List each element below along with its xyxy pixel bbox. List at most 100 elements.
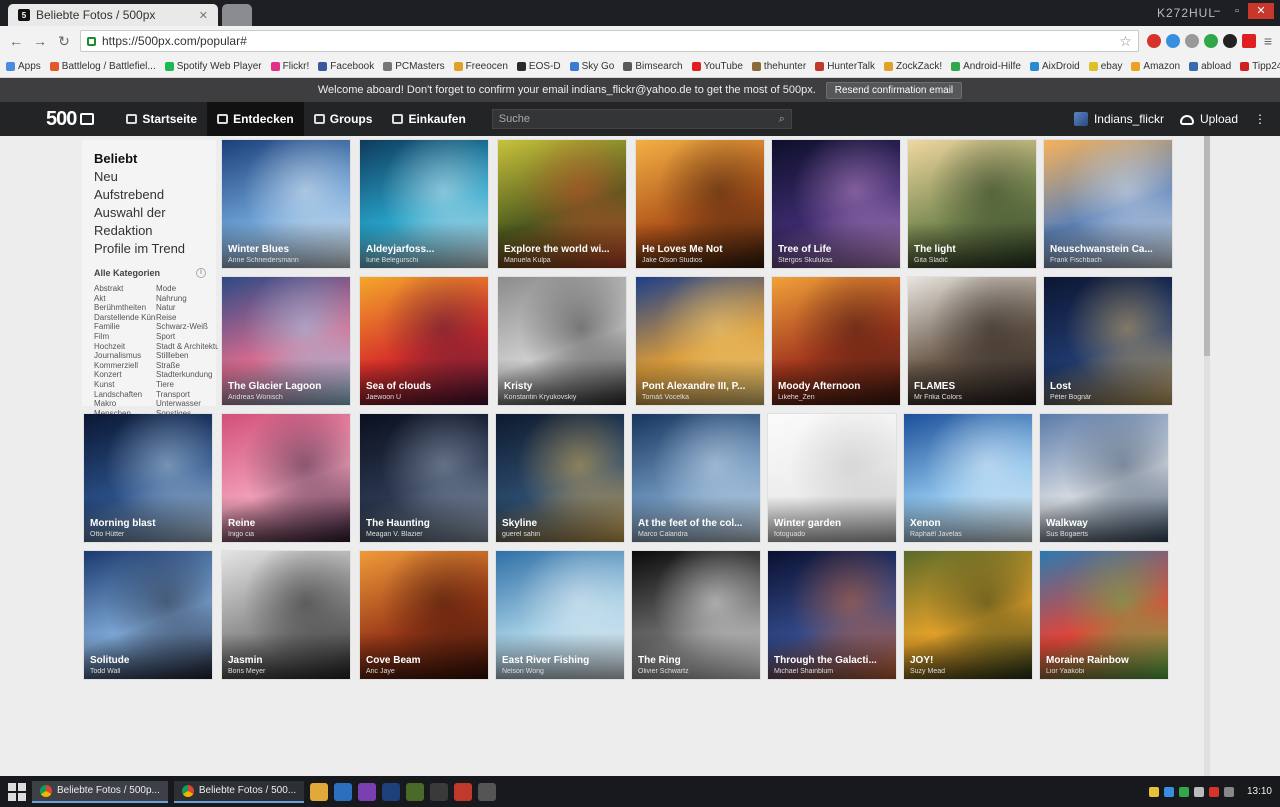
taskbar-chrome-window-1[interactable]: Beliebte Fotos / 500p... <box>32 780 168 803</box>
close-tab-icon[interactable]: ✕ <box>199 9 208 22</box>
bookmark-item[interactable]: Battlelog / Battlefiel... <box>49 61 156 72</box>
photo-card[interactable]: The Haunting Meagan V. Blazier <box>360 414 488 542</box>
category-link[interactable]: Film <box>94 332 156 342</box>
photo-card[interactable]: Moraine Rainbow Lior Yaakobi <box>1040 551 1168 679</box>
photo-title[interactable]: The Haunting <box>366 518 482 529</box>
maximize-icon[interactable]: ▫ <box>1228 3 1246 19</box>
photo-title[interactable]: Pont Alexandre III, P... <box>642 381 758 392</box>
reload-icon[interactable]: ↻ <box>56 33 72 50</box>
nav-einkaufen[interactable]: Einkaufen <box>382 102 475 136</box>
photo-author[interactable]: Todd Wall <box>90 668 206 675</box>
bookmark-star-icon[interactable]: ☆ <box>1119 33 1132 50</box>
category-link[interactable]: Hochzeit <box>94 342 156 352</box>
category-link[interactable]: Reise <box>156 313 218 323</box>
tray-red-icon[interactable] <box>1208 786 1219 797</box>
bookmark-item[interactable]: Spotify Web Player <box>164 61 262 72</box>
photo-author[interactable]: Jaewoon U <box>366 394 482 401</box>
photo-title[interactable]: Moody Afternoon <box>778 381 894 392</box>
photo-card[interactable]: The Ring Olivier Schwartz <box>632 551 760 679</box>
photo-title[interactable]: He Loves Me Not <box>642 244 758 255</box>
category-link[interactable]: Sport <box>156 332 218 342</box>
nav-startseite[interactable]: Startseite <box>116 102 207 136</box>
app-blue-icon[interactable] <box>334 782 353 801</box>
category-link[interactable]: Unterwasser <box>156 399 218 409</box>
category-link[interactable]: Berühmtheiten <box>94 303 156 313</box>
category-link[interactable]: Darstellende Künste <box>94 313 156 323</box>
photo-author[interactable]: Raphaël Javelas <box>910 531 1026 538</box>
photo-author[interactable]: Nelson Wong <box>502 668 618 675</box>
photo-author[interactable]: Aric Jaye <box>366 668 482 675</box>
address-bar[interactable]: https://500px.com/popular# ☆ <box>80 30 1139 52</box>
photo-card[interactable]: JOY! Suzy Mead <box>904 551 1032 679</box>
photo-title[interactable]: Explore the world wi... <box>504 244 620 255</box>
photo-author[interactable]: Likehe_Zen <box>778 394 894 401</box>
photo-card[interactable]: Winter garden fotoguado <box>768 414 896 542</box>
bookmark-item[interactable]: PCMasters <box>383 61 445 72</box>
scrollbar-thumb[interactable] <box>1204 136 1210 356</box>
category-link[interactable]: Journalismus <box>94 351 156 361</box>
photo-title[interactable]: Aldeyjarfoss... <box>366 244 482 255</box>
photo-author[interactable]: Manuela Kulpa <box>504 257 620 264</box>
tray-volume-icon[interactable] <box>1223 786 1234 797</box>
extension-youtube-icon[interactable] <box>1241 34 1256 48</box>
photo-card[interactable]: At the feet of the col... Marco Calandra <box>632 414 760 542</box>
photo-card[interactable]: Xenon Raphaël Javelas <box>904 414 1032 542</box>
photo-author[interactable]: Inigo cia <box>228 531 344 538</box>
500px-logo[interactable]: 500 <box>46 108 95 131</box>
nav-groups[interactable]: Groups <box>304 102 383 136</box>
windows-start-icon[interactable] <box>8 782 26 801</box>
photo-author[interactable]: guerel sahin <box>502 531 618 538</box>
feed-link[interactable]: Beliebt <box>94 150 206 168</box>
photo-author[interactable]: fotoguado <box>774 531 890 538</box>
photo-title[interactable]: Morning blast <box>90 518 206 529</box>
taskbar-clock[interactable]: 13:10 <box>1247 786 1272 797</box>
more-menu-icon[interactable]: ⋮ <box>1254 112 1266 126</box>
photo-title[interactable]: At the feet of the col... <box>638 518 754 529</box>
photo-title[interactable]: JOY! <box>910 655 1026 666</box>
photo-card[interactable]: Jasmin Boris Meyer <box>222 551 350 679</box>
photo-title[interactable]: The light <box>914 244 1030 255</box>
photo-card[interactable]: Pont Alexandre III, P... Tomáš Vocelka <box>636 277 764 405</box>
photo-author[interactable]: Gita Sladič <box>914 257 1030 264</box>
category-link[interactable]: Transport <box>156 390 218 400</box>
photo-title[interactable]: Skyline <box>502 518 618 529</box>
bookmark-item[interactable]: Tipp24.com <box>1240 61 1280 72</box>
photo-title[interactable]: Winter Blues <box>228 244 344 255</box>
category-link[interactable]: Kommerziell <box>94 361 156 371</box>
category-link[interactable]: Mode <box>156 284 218 294</box>
photo-author[interactable]: Meagan V. Blazier <box>366 531 482 538</box>
minimize-icon[interactable]: – <box>1208 3 1226 19</box>
bookmark-item[interactable]: Android-Hilfe <box>951 61 1021 72</box>
new-tab-button[interactable] <box>222 4 252 26</box>
photo-card[interactable]: Lost Péter Bognár <box>1044 277 1172 405</box>
taskbar-chrome-window-2[interactable]: Beliebte Fotos / 500... <box>173 780 305 803</box>
photo-card[interactable]: Moody Afternoon Likehe_Zen <box>772 277 900 405</box>
bookmark-item[interactable]: Sky Go <box>569 61 614 72</box>
bookmark-item[interactable]: AixDroid <box>1029 61 1080 72</box>
photo-author[interactable]: Michael Shainblum <box>774 668 890 675</box>
photo-title[interactable]: Sea of clouds <box>366 381 482 392</box>
photo-author[interactable]: Frank Fischbach <box>1050 257 1166 264</box>
category-link[interactable]: Abstrakt <box>94 284 156 294</box>
photo-card[interactable]: Explore the world wi... Manuela Kulpa <box>498 140 626 268</box>
category-link[interactable]: Kunst <box>94 380 156 390</box>
photo-card[interactable]: Cove Beam Aric Jaye <box>360 551 488 679</box>
extension-gray-icon[interactable] <box>1184 34 1199 48</box>
category-link[interactable]: Straße <box>156 361 218 371</box>
app-green-icon[interactable] <box>406 782 425 801</box>
extension-dark-icon[interactable] <box>1222 34 1237 48</box>
photo-card[interactable]: He Loves Me Not Jake Olson Studios <box>636 140 764 268</box>
file-explorer-icon[interactable] <box>310 782 329 801</box>
extension-blue-icon[interactable] <box>1165 34 1180 48</box>
category-link[interactable]: Akt <box>94 294 156 304</box>
photo-title[interactable]: Winter garden <box>774 518 890 529</box>
photo-card[interactable]: The Glacier Lagoon Andreas Wonisch <box>222 277 350 405</box>
forward-arrow-icon[interactable]: → <box>32 33 48 49</box>
app-gray-icon[interactable] <box>478 782 497 801</box>
nav-entdecken[interactable]: Entdecken <box>207 102 304 136</box>
tray-blue-icon[interactable] <box>1163 786 1174 797</box>
browser-tab-500px[interactable]: 5 Beliebte Fotos / 500px ✕ <box>8 4 218 26</box>
photo-card[interactable]: Sea of clouds Jaewoon U <box>360 277 488 405</box>
photo-title[interactable]: Xenon <box>910 518 1026 529</box>
photo-author[interactable]: Tomáš Vocelka <box>642 394 758 401</box>
